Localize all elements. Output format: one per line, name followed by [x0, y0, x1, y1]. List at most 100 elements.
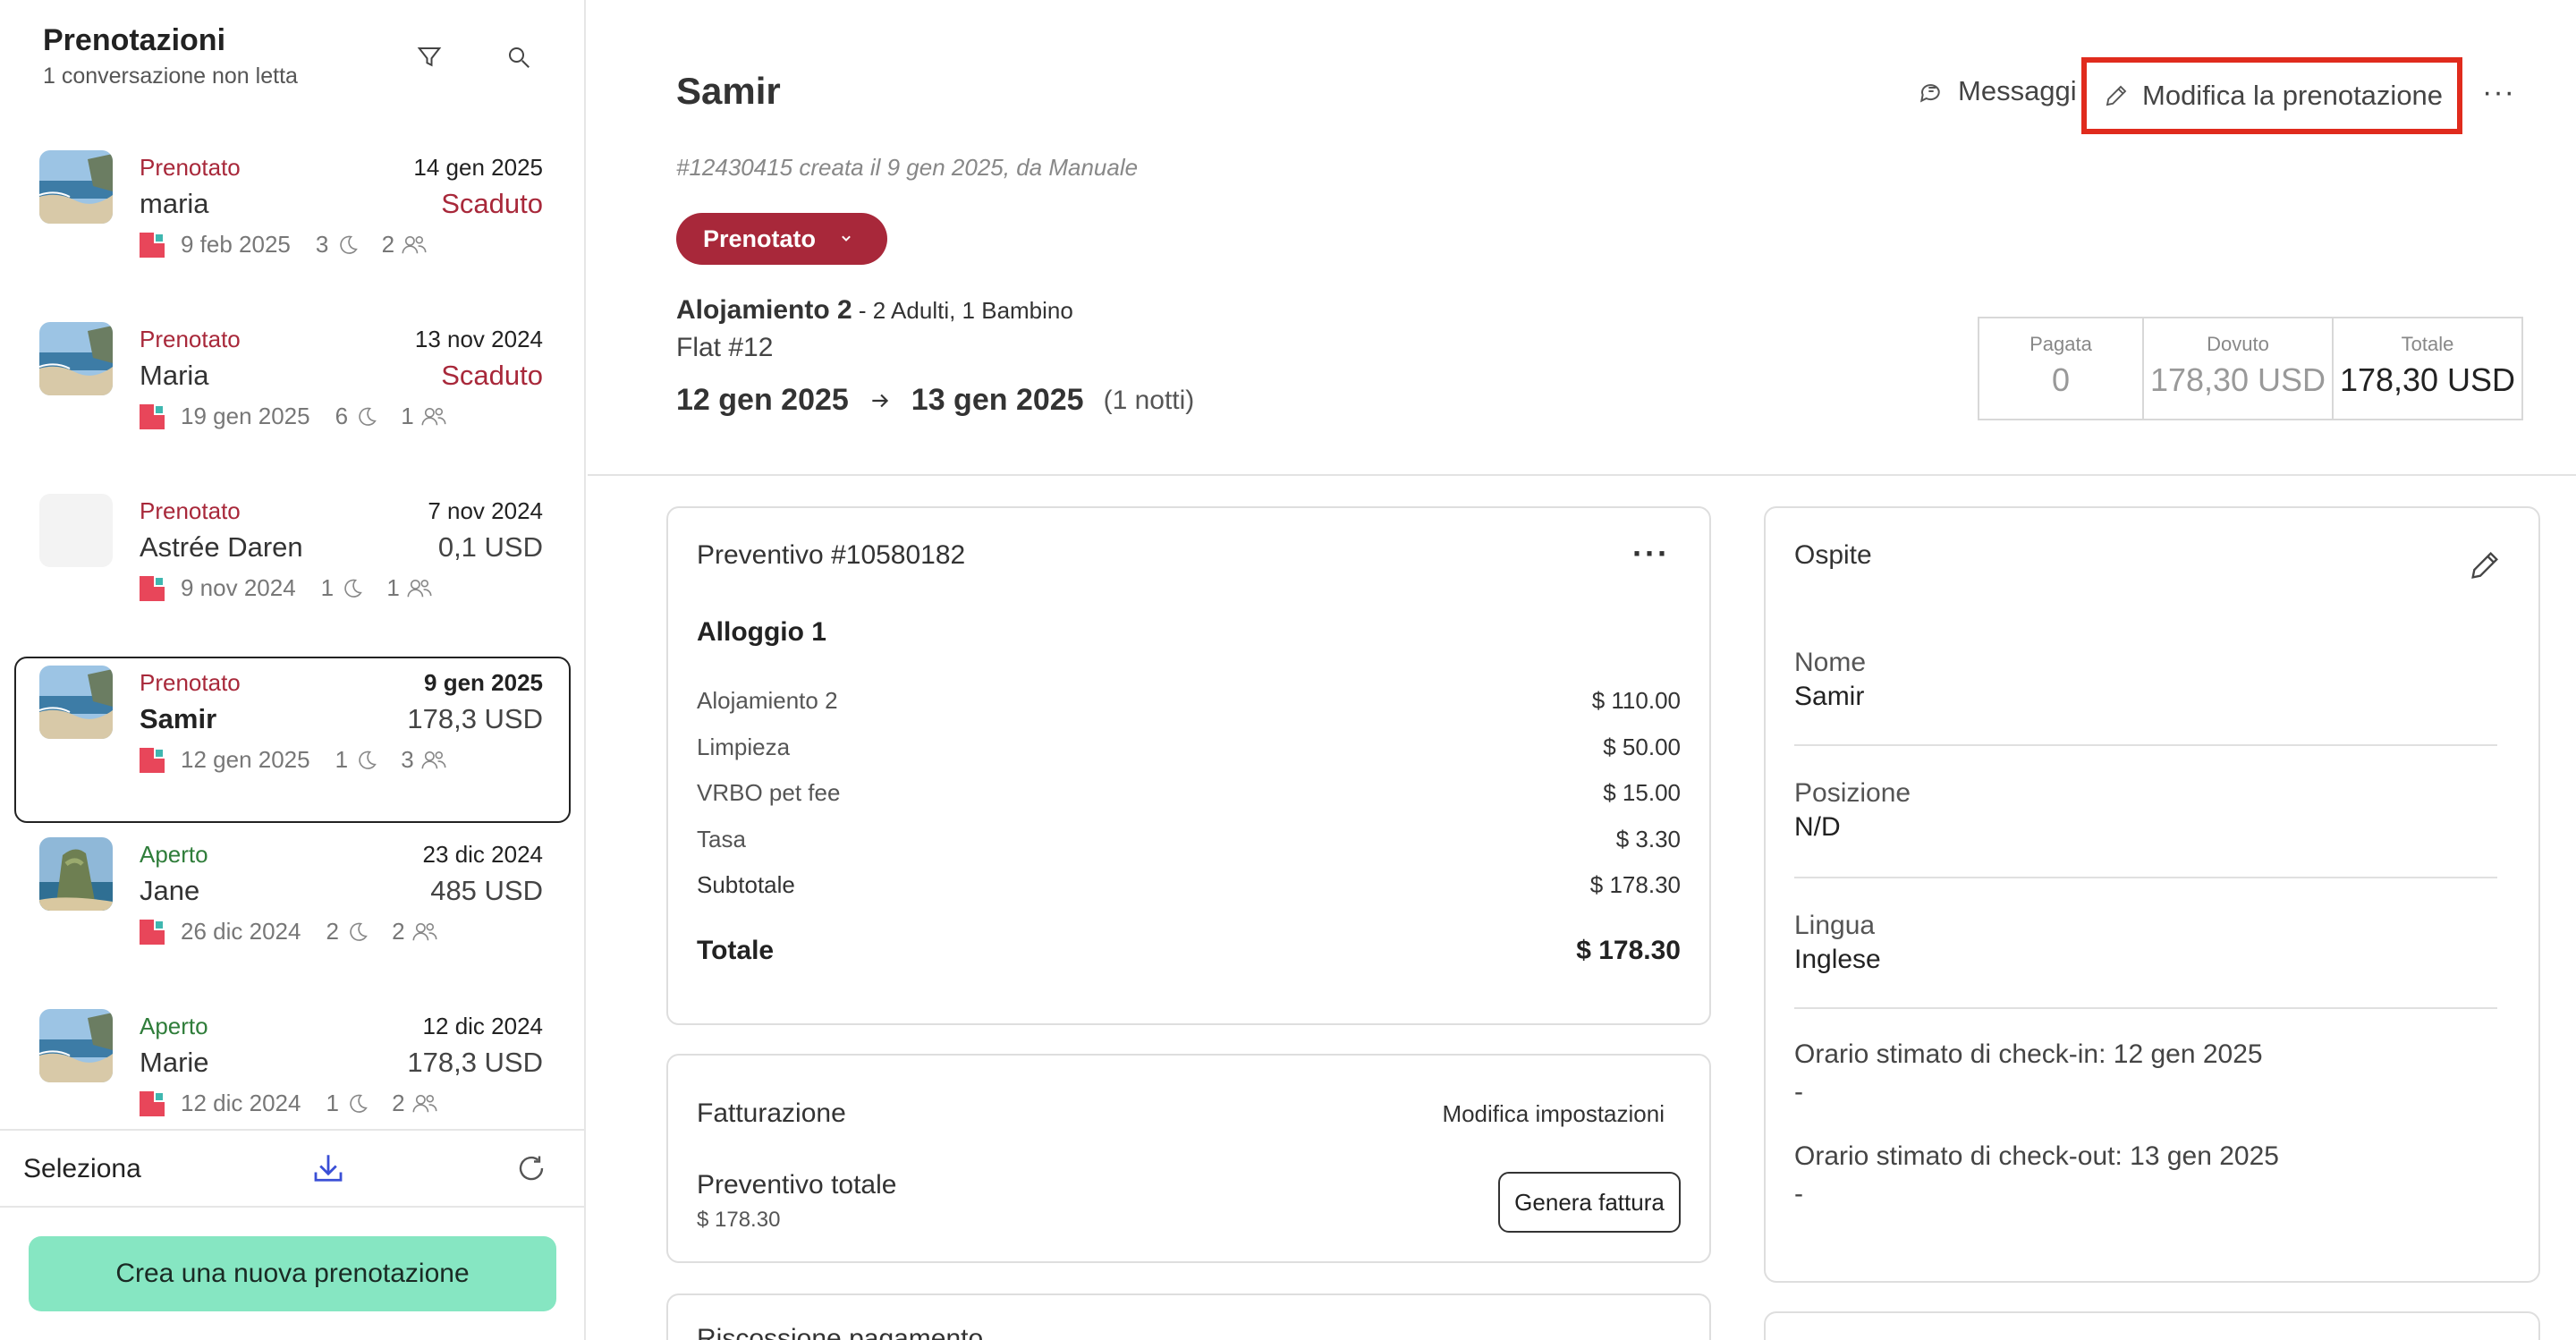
reservation-meta: 19 gen 2025 6 1 — [140, 403, 460, 430]
reservation-guest-name: maria — [140, 188, 209, 219]
quote-line-label: VRBO pet fee — [697, 779, 841, 806]
chevron-down-icon — [842, 235, 851, 242]
guest-language-value: Inglese — [1794, 945, 1881, 974]
nights-value: 1 — [320, 574, 335, 601]
download-button[interactable] — [309, 1150, 347, 1192]
nights-meta: 3 — [316, 231, 360, 259]
reservation-amount: 0,1 USD — [437, 531, 543, 563]
reservation-date: 12 dic 2024 — [422, 1013, 543, 1039]
nights-meta: 1 — [321, 574, 366, 602]
field-divider — [1794, 744, 2497, 746]
reservation-item[interactable]: Prenotato 14 gen 2025 maria Scaduto 9 fe… — [0, 134, 584, 306]
summary-cell: Dovuto 178,30 USD — [2142, 318, 2332, 419]
edit-settings-link[interactable]: Modifica impostazioni — [1442, 1100, 1665, 1128]
new-reservation-button[interactable]: Crea una nuova prenotazione — [29, 1236, 556, 1311]
select-button[interactable]: Seleziona — [23, 1154, 141, 1184]
checkout-date: 13 gen 2025 — [911, 383, 1084, 417]
nights-count: (1 notti) — [1103, 385, 1195, 415]
reservation-checkin: 12 gen 2025 — [181, 746, 310, 773]
people-icon — [421, 407, 446, 425]
guests-value: 3 — [401, 746, 414, 773]
unit-name: Alojamiento 2 — [676, 295, 852, 325]
payment-summary: Pagata 0 Dovuto 178,30 USD Totale 178,30 U… — [1978, 317, 2523, 420]
guest-card: Ospite Nome Samir Posizione N/D Lingua I… — [1764, 506, 2540, 1283]
reservation-status: Aperto — [140, 841, 208, 868]
secondary-card — [1764, 1311, 2540, 1340]
nights-value: 2 — [326, 918, 339, 945]
summary-label: Dovuto — [2207, 333, 2269, 355]
nights-meta: 1 — [326, 1090, 370, 1117]
sidebar-subtitle: 1 conversazione non letta — [43, 64, 298, 89]
search-button[interactable] — [501, 39, 537, 75]
reservation-amount: 485 USD — [430, 875, 543, 906]
reservation-amount: Scaduto — [441, 360, 543, 391]
reservation-status: Prenotato — [140, 326, 241, 352]
generate-invoice-button[interactable]: Genera fattura — [1498, 1172, 1681, 1233]
reservation-item[interactable]: Prenotato 9 gen 2025 Samir 178,3 USD 12 … — [0, 649, 584, 823]
unit-line: Alojamiento 2 - 2 Adulti, 1 Bambino — [676, 295, 1073, 326]
reservation-item[interactable]: Prenotato 7 nov 2024 Astrée Daren 0,1 US… — [0, 478, 584, 649]
sidebar-title: Prenotazioni — [43, 23, 226, 57]
reservation-list: Prenotato 14 gen 2025 maria Scaduto 9 fe… — [0, 134, 584, 1127]
pencil-icon — [2106, 85, 2127, 106]
reservation-guest-name: Marie — [140, 1047, 209, 1078]
field-divider — [1794, 1007, 2497, 1009]
guest-name-field: Nome Samir — [1794, 648, 2497, 712]
people-icon — [407, 579, 432, 597]
property-thumbnail — [39, 494, 113, 567]
more-options-button[interactable]: ··· — [2482, 75, 2515, 110]
quote-card: Preventivo #10580182 ··· Alloggio 1 Aloj… — [666, 506, 1711, 1025]
reservation-checkin: 19 gen 2025 — [181, 403, 310, 429]
arrow-right-icon — [872, 394, 888, 407]
guests-meta: 3 — [401, 746, 447, 774]
guest-language-label: Lingua — [1794, 911, 1876, 940]
reservation-meta: 12 dic 2024 1 2 — [140, 1090, 451, 1117]
status-label: Prenotato — [703, 225, 817, 252]
quote-more-button[interactable]: ··· — [1632, 535, 1670, 572]
reservation-item[interactable]: Prenotato 13 nov 2024 Maria Scaduto 19 g… — [0, 306, 584, 478]
reservation-item[interactable]: Aperto 23 dic 2024 Jane 485 USD 26 dic 2… — [0, 821, 584, 993]
flat-label: Flat #12 — [676, 333, 774, 362]
guest-language-field: Lingua Inglese — [1794, 911, 2497, 975]
quote-line-label: Limpieza — [697, 733, 791, 760]
quote-total-row: Totale $ 178.30 — [697, 936, 1681, 966]
refresh-icon — [519, 1156, 544, 1181]
status-dropdown[interactable]: Prenotato — [676, 213, 887, 265]
checkin-date: 12 gen 2025 — [676, 383, 849, 417]
guests-meta: 2 — [392, 1090, 438, 1117]
guests-value: 2 — [392, 918, 405, 945]
reservation-checkin: 9 feb 2025 — [181, 231, 291, 258]
billing-title: Fatturazione — [697, 1098, 846, 1128]
summary-value: 178,30 USD — [2149, 361, 2326, 398]
property-thumbnail — [39, 322, 113, 395]
checkout-time-label: Orario stimato di check-out: 13 gen 2025 — [1794, 1141, 2279, 1171]
refresh-button[interactable] — [515, 1152, 547, 1189]
messages-button[interactable]: Messaggi — [1917, 75, 2077, 107]
sidebar-header: Prenotazioni 1 conversazione non letta — [43, 23, 298, 89]
quote-line-label: Tasa — [697, 825, 746, 852]
summary-value: 0 — [2051, 361, 2071, 398]
quote-line: Tasa $ 3.30 — [697, 826, 1681, 872]
filter-button[interactable] — [411, 39, 447, 75]
reservation-guest-name: Astrée Daren — [140, 531, 303, 563]
quote-line-label: Alojamiento 2 — [697, 687, 838, 714]
summary-label: Totale — [2401, 333, 2454, 355]
reservation-meta: 9 feb 2025 3 2 — [140, 231, 440, 259]
checkin-time-label: Orario stimato di check-in: 12 gen 2025 — [1794, 1039, 2263, 1069]
reservation-detail: Samir #12430415 creata il 9 gen 2025, da… — [588, 0, 2576, 1340]
vrbo-icon — [140, 403, 165, 429]
edit-reservation-label: Modifica la prenotazione — [2142, 80, 2444, 111]
reservation-date: 14 gen 2025 — [413, 154, 543, 181]
reservation-item[interactable]: Aperto 12 dic 2024 Marie 178,3 USD 12 di… — [0, 993, 584, 1127]
moon-icon — [350, 1094, 368, 1113]
quote-lines: Alojamiento 2 $ 110.00 Limpieza $ 50.00 VR… — [697, 687, 1681, 918]
reservation-date: 9 gen 2025 — [424, 669, 543, 696]
guest-position-label: Posizione — [1794, 778, 1911, 808]
edit-guest-button[interactable] — [2467, 547, 2503, 588]
reservation-status: Prenotato — [140, 154, 241, 181]
property-thumbnail — [39, 666, 113, 739]
vrbo-icon — [140, 747, 165, 773]
edit-reservation-button[interactable]: Modifica la prenotazione — [2081, 57, 2462, 134]
billing-card: Fatturazione Modifica impostazioni Preve… — [666, 1054, 1711, 1263]
quote-total-caption: Preventivo totale — [697, 1170, 897, 1200]
